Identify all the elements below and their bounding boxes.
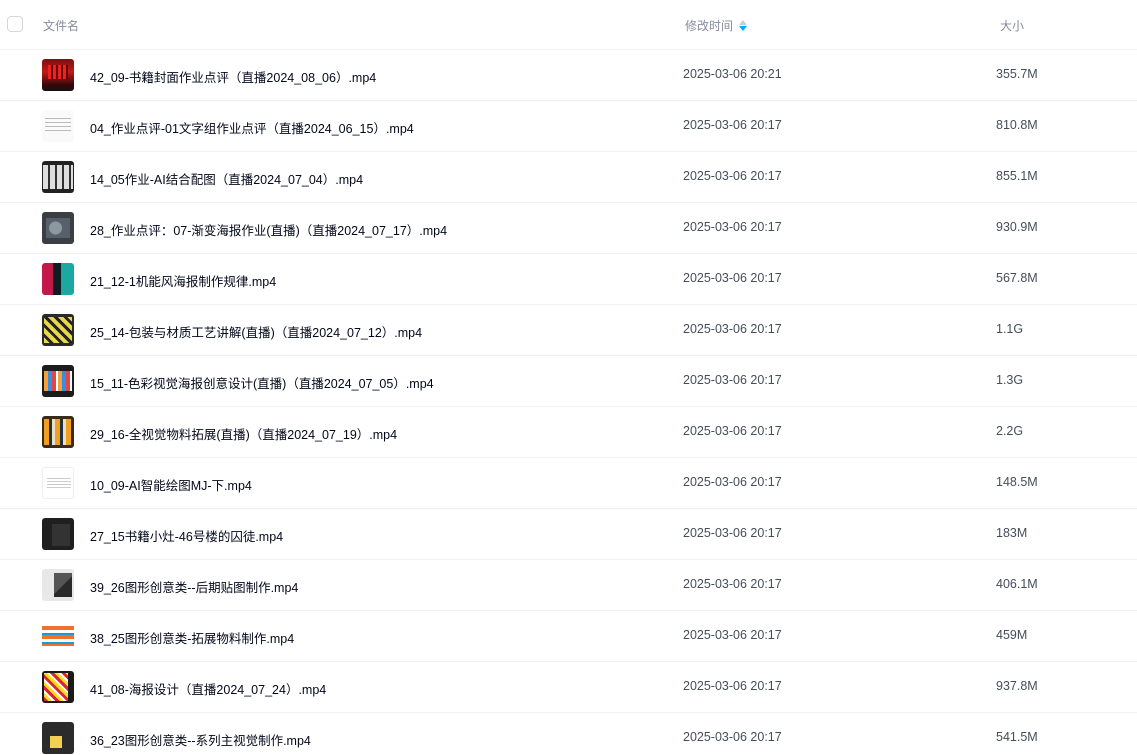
file-name[interactable]: 27_15书籍小灶-46号楼的囚徒.mp4 (90, 526, 283, 545)
file-size: 2.2G (996, 424, 1024, 438)
video-thumbnail (42, 416, 74, 448)
file-name[interactable]: 29_16-全视觉物料拓展(直播)（直播2024_07_19）.mp4 (90, 424, 397, 443)
file-size: 1.3G (996, 373, 1024, 387)
file-modified-time: 2025-03-06 20:17 (683, 169, 782, 183)
file-modified-time: 2025-03-06 20:17 (683, 526, 782, 540)
table-row[interactable]: 14_05作业-AI结合配图（直播2024_07_04）.mp4 2025-03-… (0, 152, 1137, 203)
video-thumbnail (42, 518, 74, 550)
table-row[interactable]: 41_08-海报设计（直播2024_07_24）.mp4 2025-03-06 2… (0, 662, 1137, 713)
table-row[interactable]: 39_26图形创意类--后期贴图制作.mp4 2025-03-06 20:17 40… (0, 560, 1137, 611)
column-header-modified-time[interactable]: 修改时间 (685, 17, 748, 34)
file-modified-time: 2025-03-06 20:17 (683, 322, 782, 336)
file-modified-time: 2025-03-06 20:17 (683, 475, 782, 489)
table-header: 文件名 修改时间 大小 (0, 0, 1137, 50)
video-thumbnail (42, 569, 74, 601)
video-thumbnail (42, 671, 74, 703)
file-size: 937.8M (996, 679, 1038, 693)
file-modified-time: 2025-03-06 20:17 (683, 730, 782, 744)
file-name[interactable]: 25_14-包装与材质工艺讲解(直播)（直播2024_07_12）.mp4 (90, 322, 422, 341)
file-size: 459M (996, 628, 1028, 642)
table-row[interactable]: 21_12-1机能风海报制作规律.mp4 2025-03-06 20:17 567.… (0, 254, 1137, 305)
file-name[interactable]: 04_作业点评-01文字组作业点评（直播2024_06_15）.mp4 (90, 118, 414, 137)
file-name[interactable]: 28_作业点评：07-渐变海报作业(直播)（直播2024_07_17）.mp4 (90, 220, 447, 239)
file-modified-time: 2025-03-06 20:17 (683, 628, 782, 642)
table-row[interactable]: 38_25图形创意类-拓展物料制作.mp4 2025-03-06 20:17 459… (0, 611, 1137, 662)
file-modified-time: 2025-03-06 20:21 (683, 67, 782, 81)
column-header-modified-time-label: 修改时间 (685, 19, 734, 33)
file-modified-time: 2025-03-06 20:17 (683, 220, 782, 234)
video-thumbnail (42, 620, 74, 652)
sort-desc-icon[interactable] (739, 20, 748, 32)
file-modified-time: 2025-03-06 20:17 (683, 271, 782, 285)
video-thumbnail (42, 722, 74, 754)
file-name[interactable]: 36_23图形创意类--系列主视觉制作.mp4 (90, 730, 311, 749)
file-size: 855.1M (996, 169, 1038, 183)
file-size: 1.1G (996, 322, 1024, 336)
video-thumbnail (42, 212, 74, 244)
file-size: 541.5M (996, 730, 1038, 744)
file-size: 930.9M (996, 220, 1038, 234)
file-size: 148.5M (996, 475, 1038, 489)
file-name[interactable]: 14_05作业-AI结合配图（直播2024_07_04）.mp4 (90, 169, 363, 188)
file-modified-time: 2025-03-06 20:17 (683, 373, 782, 387)
file-rows: 42_09-书籍封面作业点评（直播2024_08_06）.mp4 2025-03-… (0, 50, 1137, 755)
file-size: 406.1M (996, 577, 1038, 591)
table-row[interactable]: 29_16-全视觉物料拓展(直播)（直播2024_07_19）.mp4 2025-… (0, 407, 1137, 458)
table-row[interactable]: 28_作业点评：07-渐变海报作业(直播)（直播2024_07_17）.mp4 2… (0, 203, 1137, 254)
video-thumbnail (42, 161, 74, 193)
file-modified-time: 2025-03-06 20:17 (683, 679, 782, 693)
table-row[interactable]: 25_14-包装与材质工艺讲解(直播)（直播2024_07_12）.mp4 202… (0, 305, 1137, 356)
table-row[interactable]: 27_15书籍小灶-46号楼的囚徒.mp4 2025-03-06 20:17 183… (0, 509, 1137, 560)
table-row[interactable]: 15_11-色彩视觉海报创意设计(直播)（直播2024_07_05）.mp4 20… (0, 356, 1137, 407)
file-modified-time: 2025-03-06 20:17 (683, 424, 782, 438)
table-row[interactable]: 04_作业点评-01文字组作业点评（直播2024_06_15）.mp4 2025-… (0, 101, 1137, 152)
column-header-name[interactable]: 文件名 (43, 17, 79, 34)
video-thumbnail (42, 467, 74, 499)
file-name[interactable]: 21_12-1机能风海报制作规律.mp4 (90, 271, 276, 290)
video-thumbnail (42, 365, 74, 397)
file-size: 183M (996, 526, 1028, 540)
select-all-checkbox[interactable] (7, 16, 23, 32)
table-row[interactable]: 10_09-AI智能绘图MJ-下.mp4 2025-03-06 20:17 148.… (0, 458, 1137, 509)
file-list-table: 文件名 修改时间 大小 42_09-书籍封面作业点评（直播2024_08_06）… (0, 0, 1137, 755)
file-size: 810.8M (996, 118, 1038, 132)
file-size: 355.7M (996, 67, 1038, 81)
video-thumbnail (42, 110, 74, 142)
file-name[interactable]: 10_09-AI智能绘图MJ-下.mp4 (90, 475, 252, 494)
file-name[interactable]: 42_09-书籍封面作业点评（直播2024_08_06）.mp4 (90, 67, 376, 86)
video-thumbnail (42, 59, 74, 91)
file-size: 567.8M (996, 271, 1038, 285)
file-name[interactable]: 38_25图形创意类-拓展物料制作.mp4 (90, 628, 294, 647)
file-name[interactable]: 15_11-色彩视觉海报创意设计(直播)（直播2024_07_05）.mp4 (90, 373, 434, 392)
video-thumbnail (42, 263, 74, 295)
file-modified-time: 2025-03-06 20:17 (683, 118, 782, 132)
file-modified-time: 2025-03-06 20:17 (683, 577, 782, 591)
table-row[interactable]: 42_09-书籍封面作业点评（直播2024_08_06）.mp4 2025-03-… (0, 50, 1137, 101)
table-row[interactable]: 36_23图形创意类--系列主视觉制作.mp4 2025-03-06 20:17 5… (0, 713, 1137, 755)
video-thumbnail (42, 314, 74, 346)
file-name[interactable]: 39_26图形创意类--后期贴图制作.mp4 (90, 577, 298, 596)
file-name[interactable]: 41_08-海报设计（直播2024_07_24）.mp4 (90, 679, 326, 698)
column-header-size[interactable]: 大小 (1000, 17, 1024, 34)
